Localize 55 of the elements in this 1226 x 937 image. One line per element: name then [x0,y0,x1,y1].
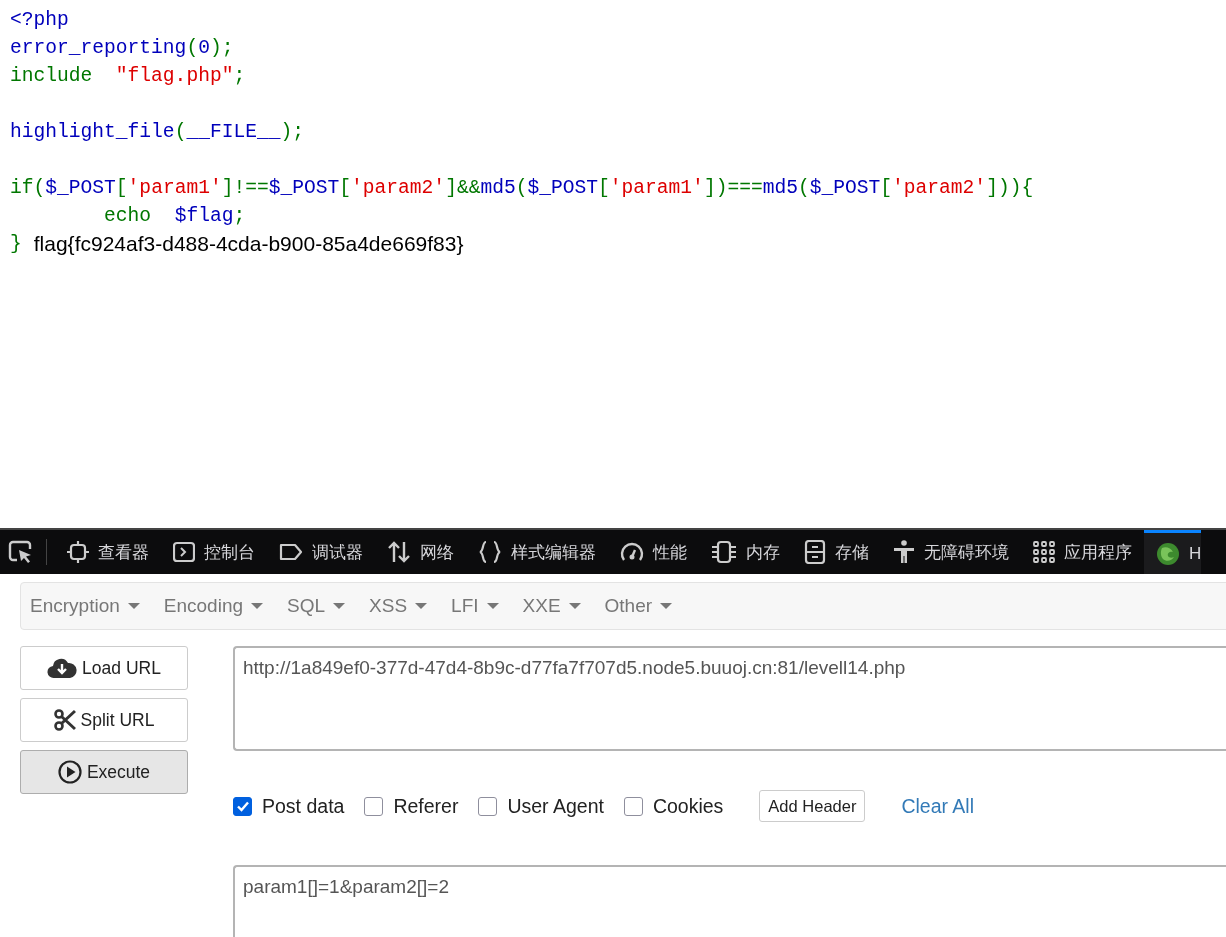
debugger-icon [279,542,303,562]
code-line: highlight_file(__FILE__); [10,120,304,145]
inspector-icon [67,541,89,563]
devtools-tab[interactable]: H [1144,530,1202,574]
menu-dropdown[interactable]: SQL [287,595,346,617]
devtools-tab[interactable]: 查看器 [55,530,161,574]
code-line: if($_POST['param1']!==$_POST['param2']&&md5($_POST['param1'])===md5($_POST['param2'])){ [10,176,1034,201]
code-line: } [10,232,22,257]
code-line: error_reporting(0); [10,36,234,61]
devtools-tab[interactable]: 存储 [792,530,881,574]
grid-icon [1033,541,1055,563]
accessibility-icon [893,540,915,564]
code-line: echo $flag; [103,204,246,229]
checkbox-label: Post data [262,794,345,818]
code-line: <?php [10,8,69,33]
execute-button[interactable]: Execute [20,750,188,794]
menu-dropdown[interactable]: Other [604,595,673,617]
devtools-tab[interactable]: 应用程序 [1021,530,1144,574]
checkbox[interactable] [233,796,252,816]
checkbox[interactable] [623,796,643,816]
menu-dropdown[interactable]: Encoding [163,595,263,617]
gauge-icon [620,541,644,563]
checkbox[interactable] [364,796,384,816]
checkbox-label: Referer [393,794,459,818]
flag-output: flag{fc924af3-d488-4cda-b900-85a4de669f83} [33,231,464,257]
code-line: include "flag.php"; [10,64,246,89]
menu-dropdown[interactable]: XXE [522,595,581,617]
load-button[interactable]: Load URL [20,646,188,690]
network-icon [387,540,411,564]
menu-dropdown[interactable]: XSS [369,595,428,617]
devtools-tab[interactable]: 样式编辑器 [466,530,608,574]
split-button[interactable]: Split URL [20,698,188,742]
url-field[interactable]: http://1a849ef0-377d-47d4-8b9c-d77fa7f707d5.node5.buuoj.cn:81/levell14.php [233,646,1226,751]
devtools-tab[interactable]: 网络 [375,530,466,574]
devtools-tab[interactable]: 性能 [608,530,699,574]
scissors-icon [53,709,76,731]
menu-dropdown[interactable]: LFI [451,595,499,617]
checkbox-label: Cookies [652,794,724,818]
add-header-button[interactable]: Add Header [759,790,866,822]
devtools-tab[interactable]: 无障碍环境 [881,530,1021,574]
post-data-field[interactable]: param1[]=1&param2[]=2 [233,865,1226,937]
braces-icon [478,540,502,564]
checkbox-label: User Agent [507,794,604,818]
devtools-tab[interactable]: 调试器 [267,530,375,574]
devtools-tab[interactable]: 控制台 [161,530,267,574]
devtools-tab[interactable]: 内存 [699,530,792,574]
play-icon [57,760,82,784]
chip-icon [711,540,737,564]
menu-dropdown[interactable]: Encryption [30,595,140,617]
element-picker-icon[interactable] [8,540,34,564]
checkbox[interactable] [478,796,498,816]
cloud-download-icon [47,657,78,679]
clear-all-link[interactable]: Clear All [901,794,975,818]
console-icon [173,541,195,563]
storage-icon [804,540,826,564]
